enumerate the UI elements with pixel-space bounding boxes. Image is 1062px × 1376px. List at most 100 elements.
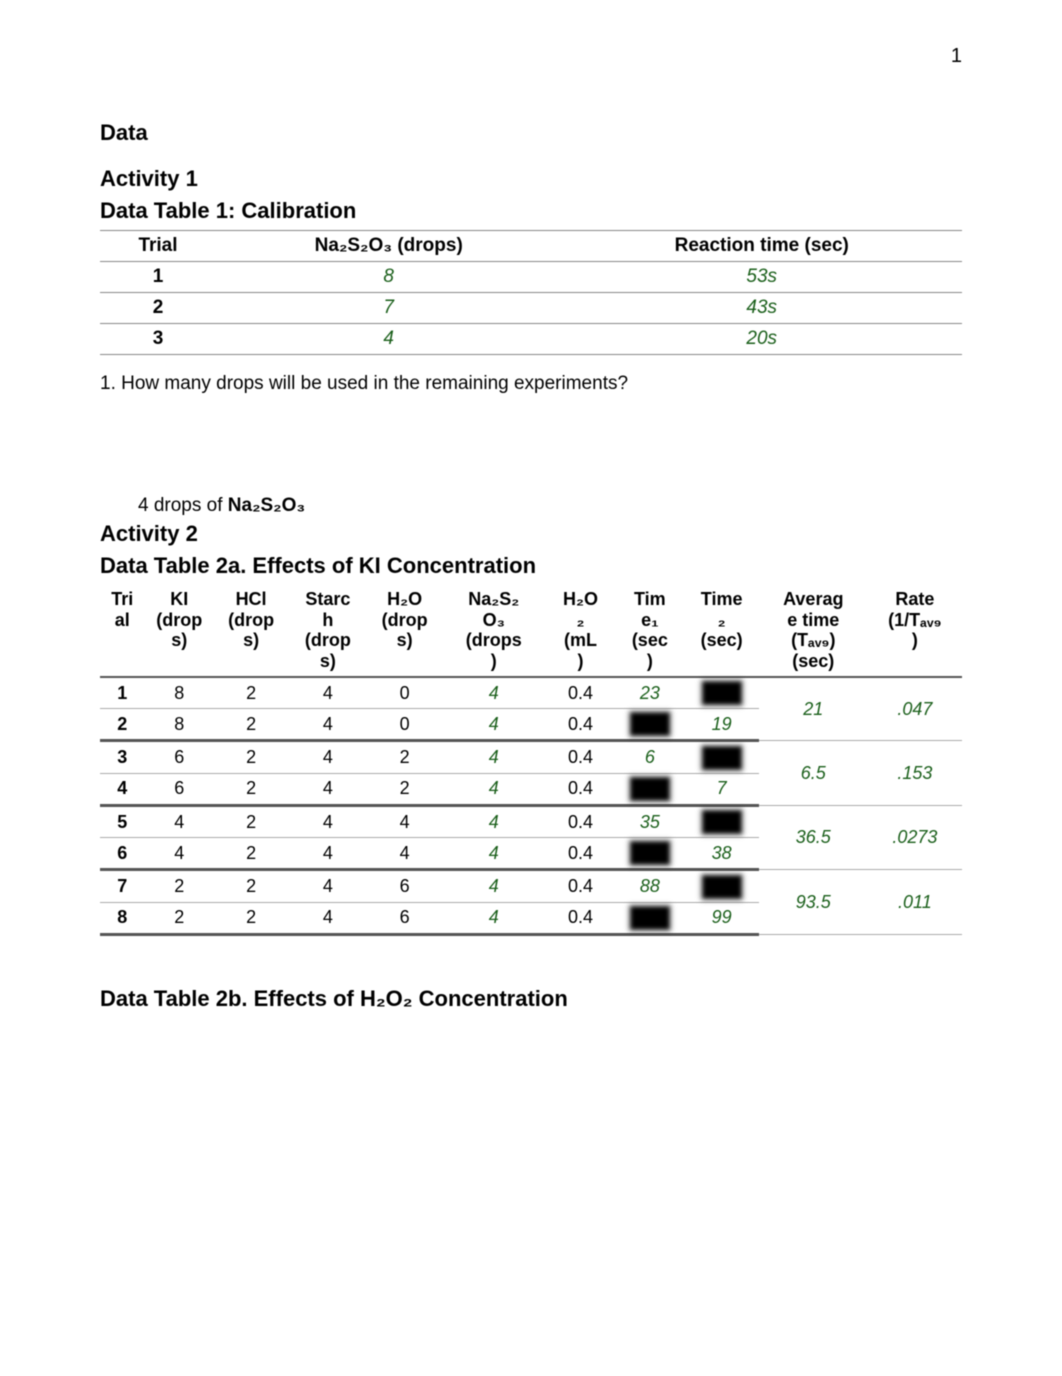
cell-starch: 4 xyxy=(288,838,367,870)
cell-rate: .011 xyxy=(868,870,962,935)
cell-h2o: 4 xyxy=(367,838,441,870)
table-row: 1824040.42321.047 xyxy=(100,677,962,709)
redaction-mark xyxy=(703,876,741,898)
cell-ki: 8 xyxy=(145,677,214,709)
cell-na2s2o3: 4 xyxy=(442,773,546,805)
cell-h2o: 2 xyxy=(367,773,441,805)
cell-h2o2: 0.4 xyxy=(546,677,615,709)
cell-drops: 7 xyxy=(216,293,562,324)
col-header-trial: Trial xyxy=(100,585,145,677)
col-header-trial: Trial xyxy=(100,231,216,262)
table-row: 3420s xyxy=(100,324,962,355)
cell-na2s2o3: 4 xyxy=(442,838,546,870)
redaction-mark xyxy=(703,811,741,833)
cell-rate: .0273 xyxy=(868,805,962,870)
cell-time2-redacted xyxy=(685,741,759,773)
cell-ki: 2 xyxy=(145,870,214,902)
answer-chem: Na₂S₂O₃ xyxy=(228,495,305,516)
table-calibration: Trial Na₂S₂O₃ (drops) Reaction time (sec… xyxy=(100,230,962,355)
cell-na2s2o3: 4 xyxy=(442,805,546,837)
cell-trial: 3 xyxy=(100,741,145,773)
table-row: 1853s xyxy=(100,262,962,293)
redaction-mark xyxy=(631,842,669,864)
cell-trial: 2 xyxy=(100,709,145,741)
cell-time1: 88 xyxy=(615,870,684,902)
cell-hcl: 2 xyxy=(214,805,288,837)
redaction-mark xyxy=(631,778,669,800)
cell-time2-redacted xyxy=(685,805,759,837)
cell-hcl: 2 xyxy=(214,709,288,741)
answer-prefix: 4 drops of xyxy=(138,495,228,516)
cell-starch: 4 xyxy=(288,902,367,934)
cell-trial: 8 xyxy=(100,902,145,934)
document-page: 1 Data Activity 1 Data Table 1: Calibrat… xyxy=(0,0,1062,1376)
cell-h2o2: 0.4 xyxy=(546,709,615,741)
heading-data: Data xyxy=(100,120,962,146)
redaction-mark xyxy=(703,747,741,769)
table-ki-concentration: Trial KI(drops) HCl(drops) Starch(drops)… xyxy=(100,585,962,936)
cell-na2s2o3: 4 xyxy=(442,741,546,773)
table-row: 5424440.43536.5.0273 xyxy=(100,805,962,837)
table-row: 3624240.466.5.153 xyxy=(100,741,962,773)
cell-ki: 8 xyxy=(145,709,214,741)
cell-h2o: 0 xyxy=(367,677,441,709)
cell-time: 53s xyxy=(561,262,962,293)
cell-trial: 4 xyxy=(100,773,145,805)
table-row: Trial KI(drops) HCl(drops) Starch(drops)… xyxy=(100,585,962,677)
col-header-time2: Time₂(sec) xyxy=(685,585,759,677)
cell-time1: 35 xyxy=(615,805,684,837)
cell-time2: 19 xyxy=(685,709,759,741)
cell-time1-redacted xyxy=(615,838,684,870)
cell-h2o2: 0.4 xyxy=(546,902,615,934)
cell-time1-redacted xyxy=(615,709,684,741)
col-header-h2o2: H₂O₂(mL) xyxy=(546,585,615,677)
table-row: Trial Na₂S₂O₃ (drops) Reaction time (sec… xyxy=(100,231,962,262)
cell-time1: 6 xyxy=(615,741,684,773)
cell-starch: 4 xyxy=(288,709,367,741)
heading-table-2b: Data Table 2b. Effects of H₂O₂ Concentra… xyxy=(100,986,962,1012)
cell-time2-redacted xyxy=(685,677,759,709)
cell-ki: 4 xyxy=(145,805,214,837)
cell-avg: 93.5 xyxy=(759,870,868,935)
col-header-time: Reaction time (sec) xyxy=(561,231,962,262)
col-header-drops: Na₂S₂O₃ (drops) xyxy=(216,231,562,262)
page-number: 1 xyxy=(951,45,962,68)
question-1-answer: 4 drops of Na₂S₂O₃ xyxy=(138,495,962,517)
heading-activity-2: Activity 2 xyxy=(100,521,962,547)
cell-h2o: 0 xyxy=(367,709,441,741)
cell-trial: 2 xyxy=(100,293,216,324)
redaction-mark xyxy=(703,682,741,704)
cell-starch: 4 xyxy=(288,870,367,902)
cell-time: 43s xyxy=(561,293,962,324)
table-row: 7224640.48893.5.011 xyxy=(100,870,962,902)
col-header-avg: Average time(Tₐᵥ₉)(sec) xyxy=(759,585,868,677)
heading-table-2a: Data Table 2a. Effects of KI Concentrati… xyxy=(100,553,962,579)
cell-time: 20s xyxy=(561,324,962,355)
redaction-mark xyxy=(631,907,669,929)
cell-h2o2: 0.4 xyxy=(546,838,615,870)
cell-ki: 6 xyxy=(145,773,214,805)
cell-trial: 5 xyxy=(100,805,145,837)
cell-ki: 6 xyxy=(145,741,214,773)
cell-avg: 36.5 xyxy=(759,805,868,870)
heading-activity-1: Activity 1 xyxy=(100,166,962,192)
cell-hcl: 2 xyxy=(214,902,288,934)
redaction-mark xyxy=(631,713,669,735)
cell-time1: 23 xyxy=(615,677,684,709)
cell-rate: .153 xyxy=(868,741,962,806)
cell-hcl: 2 xyxy=(214,773,288,805)
cell-h2o: 6 xyxy=(367,902,441,934)
heading-table-1: Data Table 1: Calibration xyxy=(100,198,962,224)
cell-h2o2: 0.4 xyxy=(546,773,615,805)
table-row: 2743s xyxy=(100,293,962,324)
cell-starch: 4 xyxy=(288,677,367,709)
cell-h2o: 2 xyxy=(367,741,441,773)
question-1: 1. How many drops will be used in the re… xyxy=(100,373,962,395)
cell-ki: 2 xyxy=(145,902,214,934)
cell-avg: 21 xyxy=(759,677,868,741)
cell-hcl: 2 xyxy=(214,677,288,709)
cell-drops: 8 xyxy=(216,262,562,293)
cell-na2s2o3: 4 xyxy=(442,709,546,741)
cell-time2: 99 xyxy=(685,902,759,934)
cell-trial: 6 xyxy=(100,838,145,870)
